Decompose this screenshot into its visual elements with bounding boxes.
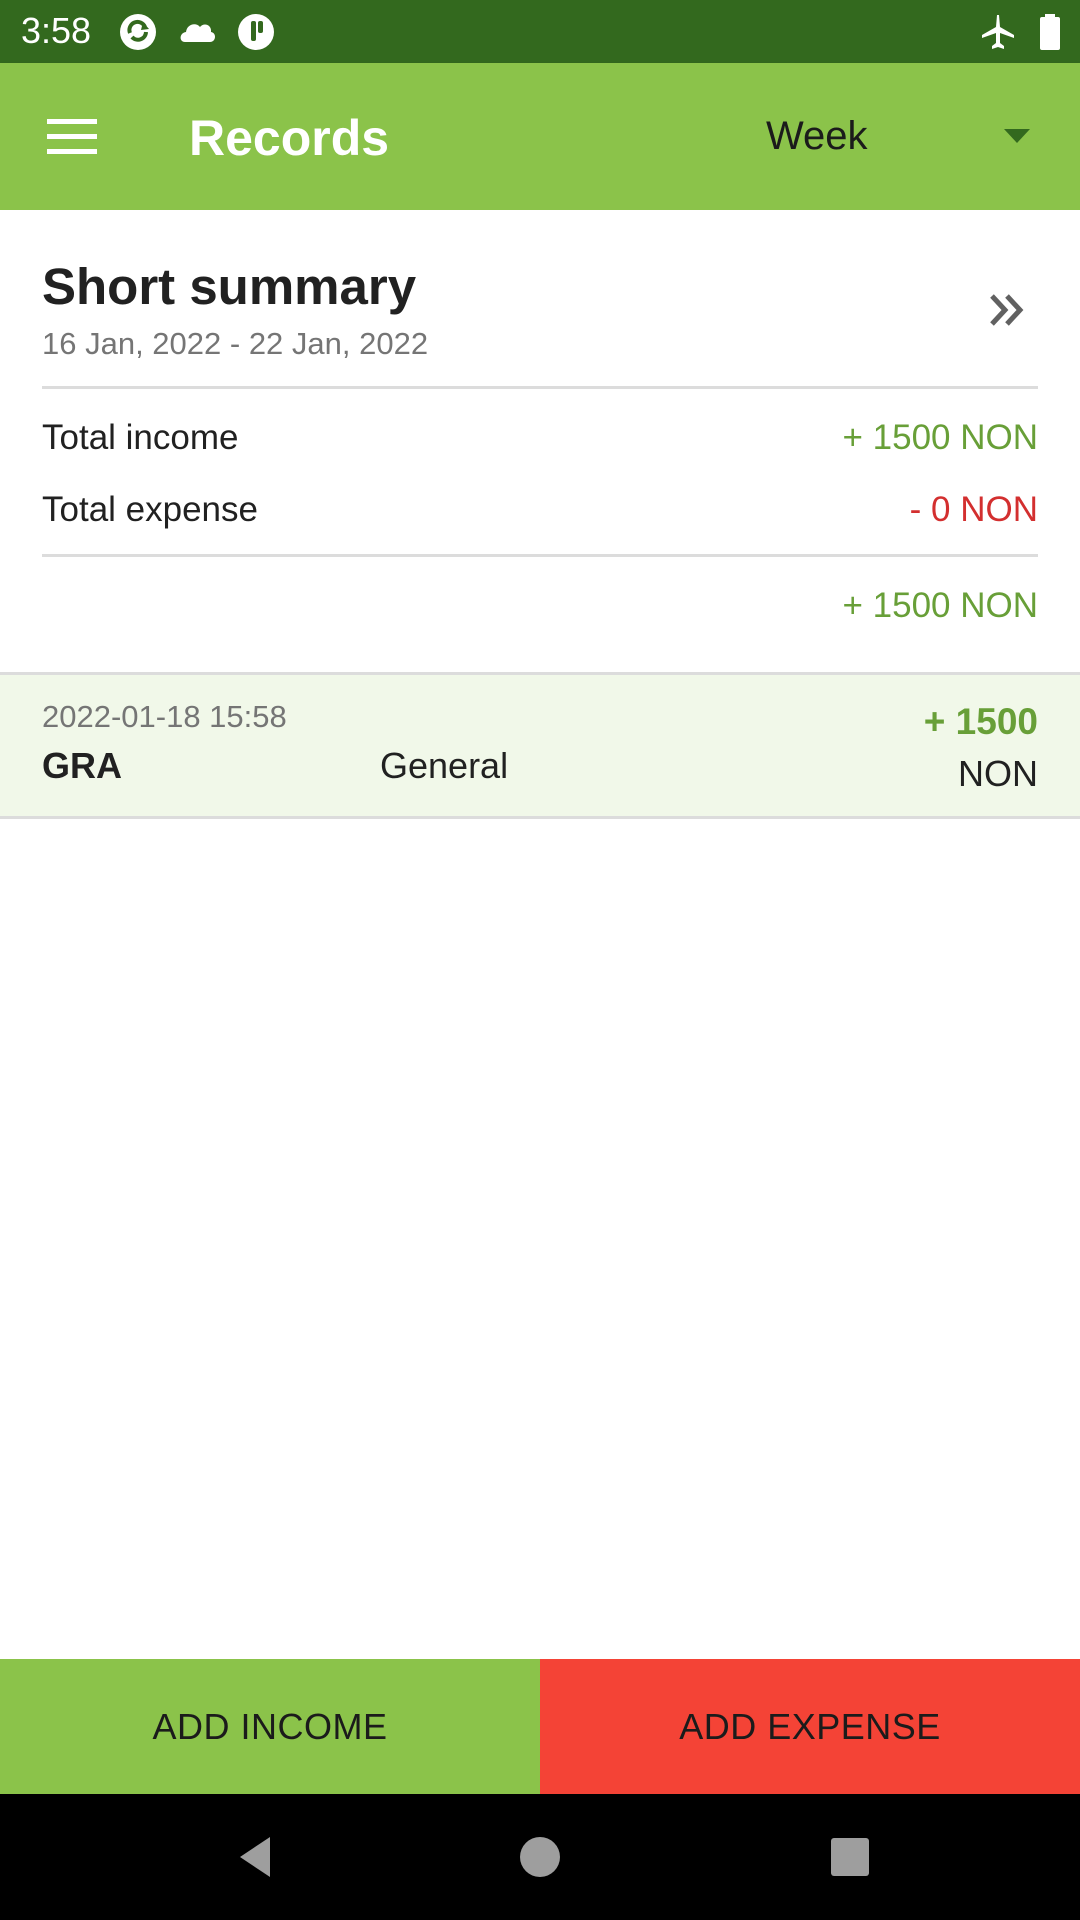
navigation-bar xyxy=(0,1794,1080,1920)
total-income-label: Total income xyxy=(42,418,239,457)
status-time: 3:58 xyxy=(21,10,92,51)
dropdown-arrow-icon xyxy=(1004,129,1030,143)
total-expense-label: Total expense xyxy=(42,490,258,529)
balance-value: + 1500 NON xyxy=(842,586,1038,625)
record-category: General xyxy=(380,745,509,786)
record-amount: + 1500 xyxy=(923,701,1038,742)
app-notification-icon xyxy=(238,14,274,50)
period-selected-value: Week xyxy=(766,114,868,158)
add-expense-button[interactable]: ADD EXPENSE xyxy=(540,1659,1080,1794)
record-account: GRA xyxy=(42,745,122,786)
hamburger-menu-icon[interactable] xyxy=(33,103,113,169)
summary-divider-bottom xyxy=(42,554,1038,557)
total-income-value: + 1500 NON xyxy=(842,418,1038,457)
short-summary-card[interactable]: Short summary 16 Jan, 2022 - 22 Jan, 202… xyxy=(0,210,1080,672)
double-chevron-right-icon[interactable] xyxy=(984,286,1032,334)
record-datetime: 2022-01-18 15:58 xyxy=(42,699,287,734)
page-title: Records xyxy=(189,110,390,166)
record-currency: NON xyxy=(958,753,1038,794)
cloud-icon xyxy=(180,24,216,42)
list-item[interactable]: 2022-01-18 15:58 GRA General + 1500 NON xyxy=(0,672,1080,819)
summary-divider-top xyxy=(42,386,1038,389)
recents-square-icon[interactable] xyxy=(823,1830,877,1884)
airplane-mode-icon xyxy=(982,15,1014,49)
summary-title: Short summary xyxy=(42,258,417,315)
summary-date-range: 16 Jan, 2022 - 22 Jan, 2022 xyxy=(42,326,429,361)
app-bar: Records Week xyxy=(0,63,1080,210)
status-bar: 3:58 xyxy=(0,0,1080,63)
battery-icon xyxy=(1040,14,1060,50)
home-circle-icon[interactable] xyxy=(513,1830,567,1884)
back-triangle-icon[interactable] xyxy=(230,1830,284,1884)
period-selector[interactable]: Week xyxy=(740,103,1060,173)
total-expense-value: - 0 NON xyxy=(909,490,1038,529)
add-income-button[interactable]: ADD INCOME xyxy=(0,1659,540,1794)
sync-icon xyxy=(120,14,156,50)
